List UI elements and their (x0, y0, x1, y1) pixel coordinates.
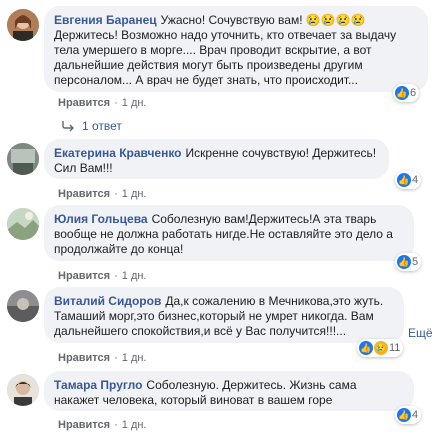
like-button[interactable]: Нравится (58, 188, 110, 200)
like-icon: 👍 (359, 341, 373, 355)
comment-time[interactable]: 1 дн. (122, 188, 147, 200)
reaction-summary[interactable]: 👍 6 (393, 84, 420, 102)
comment-author[interactable]: Юлия Гольцева (54, 212, 148, 226)
avatar[interactable] (7, 290, 39, 322)
reaction-count: 6 (410, 87, 417, 99)
comment-bubble: Юлия Гольцева Соболезную вам!Держитесь!А … (44, 205, 414, 261)
like-icon: 👍 (395, 86, 409, 100)
avatar[interactable] (7, 9, 39, 41)
reply-arrow-icon (62, 121, 74, 132)
reaction-count: 11 (389, 342, 401, 354)
like-icon: 👍 (397, 173, 411, 187)
comment-author[interactable]: Виталий Сидоров (54, 294, 161, 308)
reaction-summary[interactable]: 👍 5 (395, 253, 422, 271)
replies-label[interactable]: 1 ответ (82, 119, 122, 133)
reaction-count: 5 (412, 256, 419, 268)
comment-time[interactable]: 1 дн. (122, 97, 147, 109)
comment-time[interactable]: 1 дн. (122, 270, 147, 282)
comment-actions: Нравится · 1 дн. (58, 97, 147, 109)
like-icon: 👍 (397, 255, 411, 269)
comment-actions: Нравится · 1 дн. (58, 352, 147, 364)
comment-author[interactable]: Екатерина Кравченко (54, 146, 182, 160)
comment-actions: Нравится · 1 дн. (58, 419, 147, 431)
comment-bubble: Тамара Пругло Соболезную. Держитесь. Жизн… (44, 371, 414, 411)
reaction-count: 4 (412, 409, 419, 421)
reaction-count: 4 (412, 174, 419, 186)
separator-dot: · (114, 97, 118, 109)
comment-time[interactable]: 1 дн. (122, 419, 147, 431)
view-replies-link[interactable]: 1 ответ (60, 119, 122, 133)
comment-bubble: Евгения Баранец Ужасно! Сочувствую вам! 😢… (44, 6, 428, 92)
separator-dot: · (114, 188, 118, 200)
comment-author[interactable]: Евгения Баранец (54, 13, 157, 27)
comment-time[interactable]: 1 дн. (122, 352, 147, 364)
avatar[interactable] (7, 208, 39, 240)
like-icon: 👍 (397, 408, 411, 422)
reaction-summary[interactable]: 👍 😢 11 (357, 339, 404, 357)
reaction-summary[interactable]: 👍 4 (395, 406, 422, 424)
like-button[interactable]: Нравится (58, 97, 110, 109)
avatar[interactable] (7, 143, 39, 175)
see-more-link[interactable]: Ещё (408, 326, 433, 340)
like-button[interactable]: Нравится (58, 270, 110, 282)
reaction-summary[interactable]: 👍 4 (395, 171, 422, 189)
sad-icon: 😢 (374, 341, 388, 355)
avatar[interactable] (7, 374, 39, 406)
separator-dot: · (114, 270, 118, 282)
separator-dot: · (114, 352, 118, 364)
like-button[interactable]: Нравится (58, 419, 110, 431)
like-button[interactable]: Нравится (58, 352, 110, 364)
comment-actions: Нравится · 1 дн. (58, 188, 147, 200)
comment-actions: Нравится · 1 дн. (58, 270, 147, 282)
comment-author[interactable]: Тамара Пругло (54, 378, 142, 392)
separator-dot: · (114, 419, 118, 431)
comment-bubble: Екатерина Кравченко Искренне сочувствую! … (44, 139, 389, 179)
comment-bubble: Виталий Сидоров Да,к сожалению в Мечников… (44, 287, 404, 343)
